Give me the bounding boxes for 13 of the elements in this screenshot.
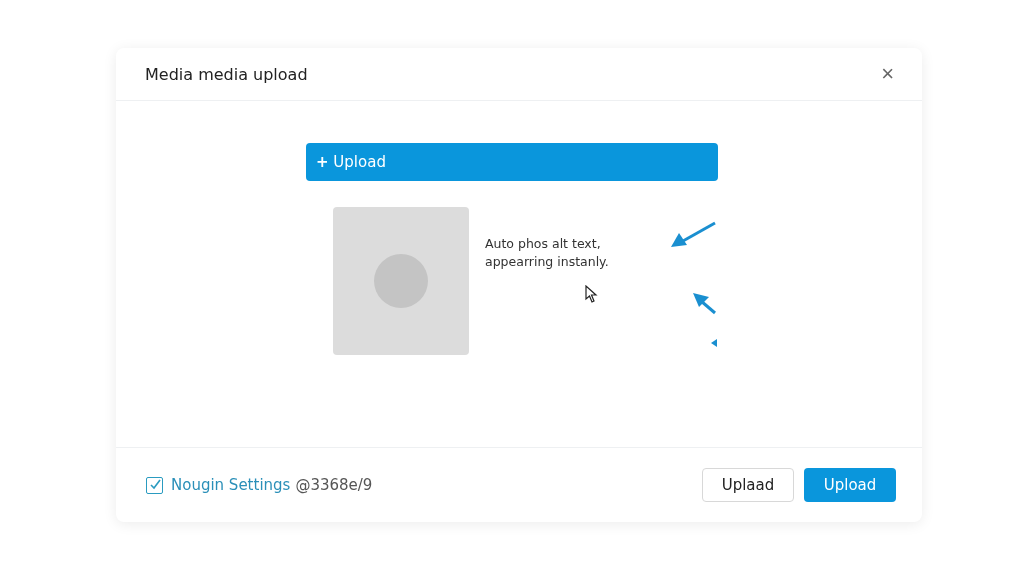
arrow-icon xyxy=(669,221,717,249)
upload-button[interactable]: Upload xyxy=(804,468,896,502)
dialog-title: Media media upload xyxy=(145,64,308,84)
close-button[interactable]: × xyxy=(877,61,898,87)
upload-button[interactable]: + Upload xyxy=(306,143,718,181)
caption-text: Auto phos alt text, appearring instanly. xyxy=(485,235,610,271)
checkbox-label[interactable]: Nougin Settings xyxy=(171,476,291,494)
cursor-icon xyxy=(585,285,599,303)
arrow-icon xyxy=(691,291,717,315)
checkbox[interactable] xyxy=(146,476,163,494)
arrow-icon xyxy=(711,339,717,347)
secondary-button[interactable]: Uplaad xyxy=(702,468,794,502)
settings-code: @3368e/9 xyxy=(295,476,373,494)
